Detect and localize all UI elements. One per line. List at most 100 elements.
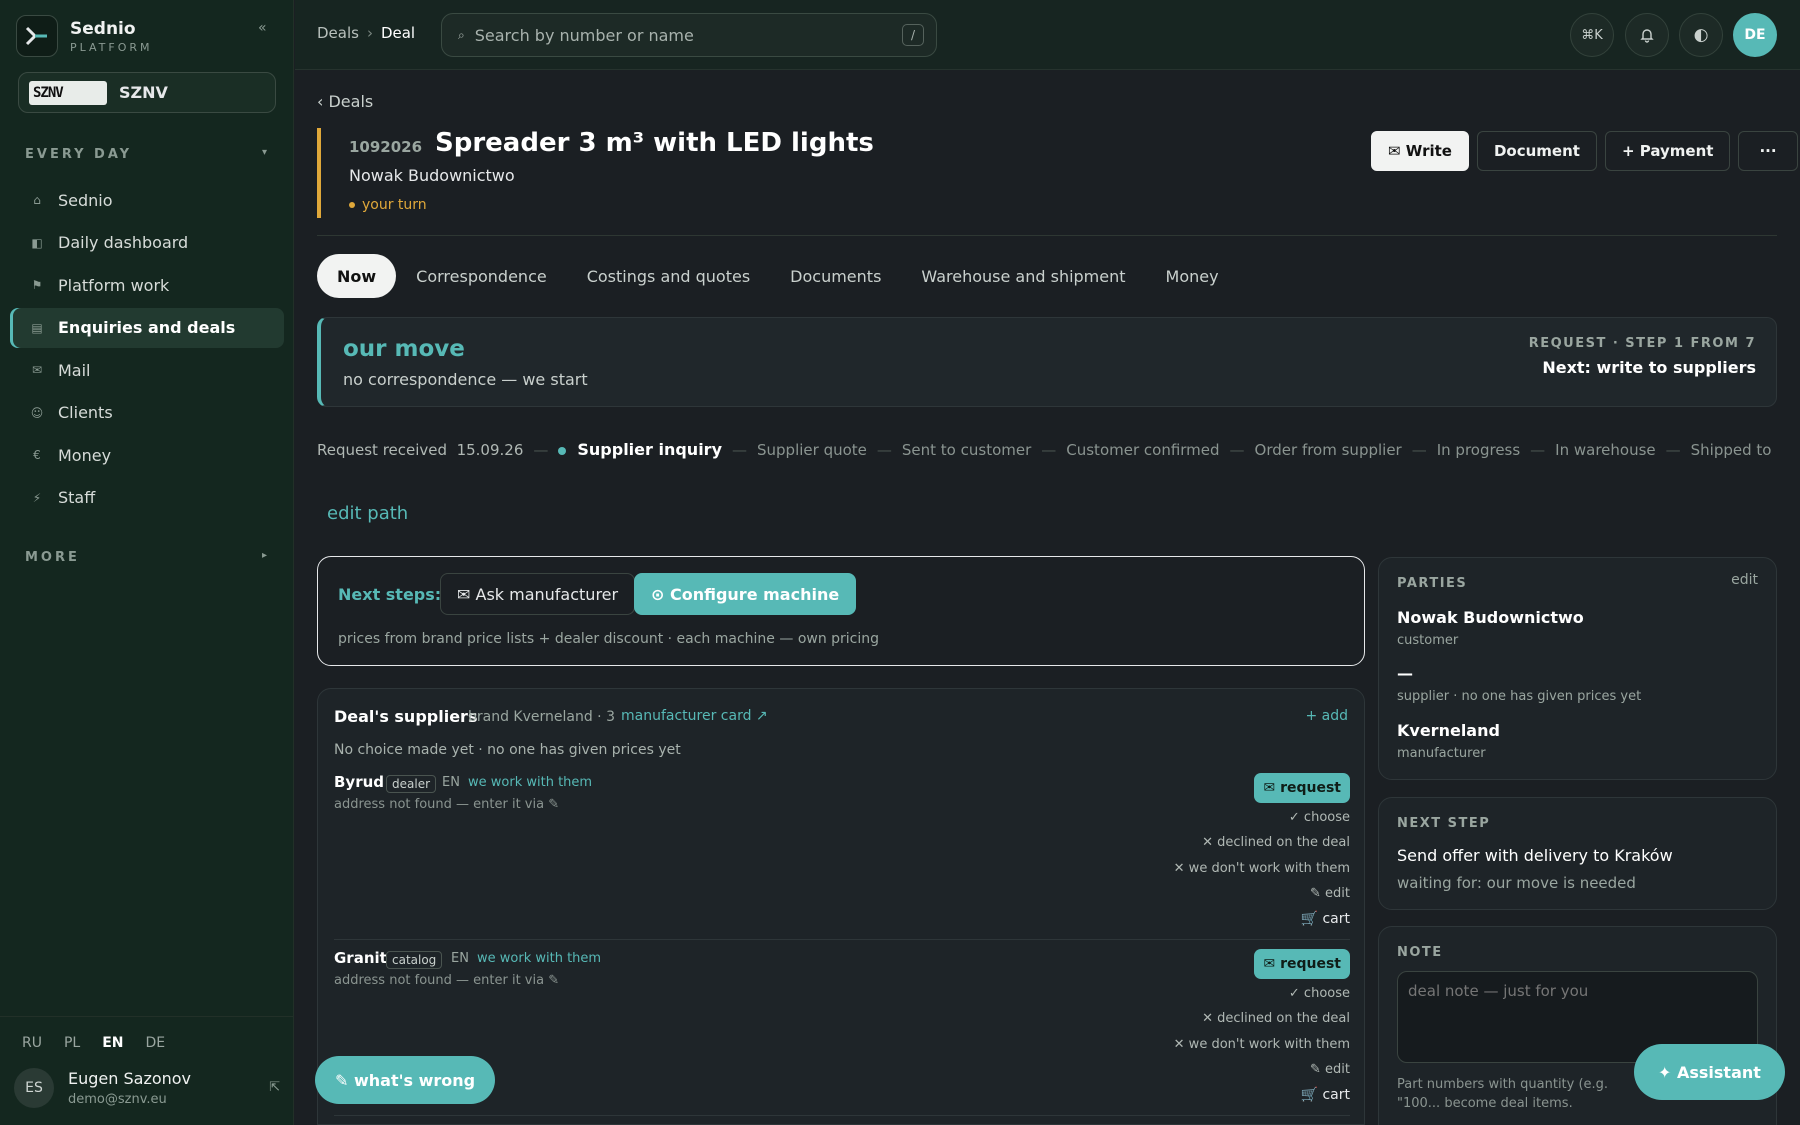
sidebar-item-staff[interactable]: ⚡ Staff xyxy=(10,478,284,518)
breadcrumb-deal: Deal xyxy=(380,24,416,42)
sidebar-item-label: Clients xyxy=(58,403,113,422)
external-link-icon[interactable]: ⇱ xyxy=(269,1080,280,1095)
tab-warehouse-and-shipment[interactable]: Warehouse and shipment xyxy=(901,254,1145,298)
document-button[interactable]: Document xyxy=(1476,131,1597,171)
supplier-type-badge: dealer xyxy=(386,775,437,793)
section-every-day[interactable]: EVERY DAY ▾ xyxy=(25,147,270,162)
sidebar-nav: ⌂ Sednio ◧ Daily dashboard ⚑ Platform work … xyxy=(10,180,284,520)
supplier-name[interactable]: Byrud xyxy=(334,773,384,791)
divider xyxy=(334,1115,1350,1116)
supplier-row: Byrud dealer EN we work with them addres… xyxy=(334,773,1350,943)
bell-icon[interactable] xyxy=(1625,13,1669,57)
party-supplier[interactable]: — supplier · no one has given prices yet xyxy=(1397,664,1641,704)
note-hint: Part numbers with quantity (e.g. "100...… xyxy=(1397,1077,1609,1111)
org-switcher[interactable]: SZNV SZNV xyxy=(18,72,276,113)
deal-customer[interactable]: Nowak Budownictwo xyxy=(349,166,515,185)
sidebar-item-mail[interactable]: ✉ Mail xyxy=(10,350,284,390)
org-logo: SZNV xyxy=(29,80,107,105)
tab-costings-and-quotes[interactable]: Costings and quotes xyxy=(567,254,770,298)
request-button[interactable]: ✉ request xyxy=(1254,949,1350,979)
theme-toggle-icon[interactable]: ◐ xyxy=(1679,13,1723,57)
pipeline-step-done: Request received 15.09.26 xyxy=(317,441,524,459)
sidebar-item-money[interactable]: € Money xyxy=(10,435,284,475)
configure-machine-button[interactable]: ⊙ Configure machine xyxy=(634,573,857,615)
whats-wrong-button[interactable]: ✎ what's wrong xyxy=(315,1056,496,1104)
next-step-title: NEXT STEP xyxy=(1397,816,1491,831)
command-palette-button[interactable]: ⌘K xyxy=(1570,13,1614,57)
lang-de[interactable]: DE xyxy=(146,1035,166,1051)
sidebar-item-enquiries-and-deals[interactable]: ▤ Enquiries and deals xyxy=(10,307,284,348)
party-name: Nowak Budownictwo xyxy=(1397,608,1584,627)
sidebar-item-label: Mail xyxy=(58,360,91,380)
more-icon[interactable]: ··· xyxy=(1738,131,1798,171)
supplier-language: EN xyxy=(442,775,460,790)
tab-documents[interactable]: Documents xyxy=(770,254,901,298)
chevron-right-icon: ▸ xyxy=(261,550,270,561)
deal-number: 1092026 xyxy=(349,138,423,156)
edit-option[interactable]: ✎ edit xyxy=(1310,1062,1350,1077)
lang-en[interactable]: EN xyxy=(102,1035,123,1051)
sidebar-divider xyxy=(0,1016,294,1017)
user-name: Eugen Sazonov xyxy=(68,1069,192,1088)
add-supplier-button[interactable]: + add xyxy=(1305,708,1348,724)
assistant-button[interactable]: ✦ Assistant xyxy=(1634,1044,1785,1100)
edit-parties-link[interactable]: edit xyxy=(1731,572,1758,588)
back-to-deals-link[interactable]: ‹ Deals xyxy=(317,92,373,111)
cart-option[interactable]: 🛒 cart xyxy=(1301,911,1350,927)
breadcrumb-separator: › xyxy=(366,24,373,42)
search-input[interactable]: ⌕ Search by number or name / xyxy=(441,13,937,57)
edit-option[interactable]: ✎ edit xyxy=(1310,886,1350,901)
sidebar-item-sednio[interactable]: ⌂ Sednio xyxy=(10,180,284,220)
search-placeholder: Search by number or name xyxy=(474,25,694,45)
tab-money[interactable]: Money xyxy=(1146,254,1239,298)
dont-work-option[interactable]: ✕ we don't work with them xyxy=(1174,861,1350,876)
brand[interactable]: Sednio PLATFORM xyxy=(16,15,153,57)
manufacturer-card-link[interactable]: manufacturer card ↗ xyxy=(621,708,768,724)
sidebar-item-platform-work[interactable]: ⚑ Platform work xyxy=(10,265,284,305)
user-profile[interactable]: ES Eugen Sazonov demo@sznv.eu ⇱ xyxy=(14,1068,280,1108)
ask-manufacturer-button[interactable]: ✉ Ask manufacturer xyxy=(440,573,636,615)
add-payment-button[interactable]: + Payment xyxy=(1604,131,1731,171)
suppliers-title: Deal's suppliers xyxy=(334,707,478,726)
lang-pl[interactable]: PL xyxy=(64,1035,80,1051)
choose-option[interactable]: ✓ choose xyxy=(1289,810,1350,825)
tab-correspondence[interactable]: Correspondence xyxy=(396,254,567,298)
next-step-text: Send offer with delivery to Kraków xyxy=(1397,846,1673,865)
cart-option[interactable]: 🛒 cart xyxy=(1301,1087,1350,1103)
choose-option[interactable]: ✓ choose xyxy=(1289,986,1350,1001)
declined-option[interactable]: ✕ declined on the deal xyxy=(1202,1011,1350,1026)
sidebar-item-clients[interactable]: ☺ Clients xyxy=(10,393,284,433)
avatar[interactable]: DE xyxy=(1733,13,1777,57)
sidebar-item-label: Daily dashboard xyxy=(58,233,189,252)
sidebar-item-daily-dashboard[interactable]: ◧ Daily dashboard xyxy=(10,223,284,263)
search-shortcut: / xyxy=(902,24,924,46)
section-label: EVERY DAY xyxy=(25,147,133,162)
flag-icon: ⚑ xyxy=(31,278,43,292)
breadcrumb-deals[interactable]: Deals xyxy=(317,24,359,42)
next-step-card: NEXT STEP Send offer with delivery to Kr… xyxy=(1378,797,1777,910)
brand-name: Sednio xyxy=(70,18,136,39)
party-role: customer xyxy=(1397,633,1459,648)
declined-option[interactable]: ✕ declined on the deal xyxy=(1202,835,1350,850)
edit-path-link[interactable]: edit path xyxy=(327,503,408,524)
lang-ru[interactable]: RU xyxy=(22,1035,42,1051)
mail-icon: ✉ xyxy=(31,363,43,377)
section-more[interactable]: MORE ▸ xyxy=(25,550,270,565)
write-button[interactable]: ✉ Write xyxy=(1371,131,1469,171)
suppliers-status: No choice made yet · no one has given pr… xyxy=(334,742,681,758)
section-label: MORE xyxy=(25,550,80,565)
lightning-icon: ⚡ xyxy=(32,490,42,505)
list-icon: ▤ xyxy=(31,320,43,335)
party-customer[interactable]: Nowak Budownictwo customer xyxy=(1397,608,1584,648)
suppliers-meta: brand Kverneland · 3 xyxy=(468,709,615,725)
supplier-address: address not found — enter it via ✎ xyxy=(334,797,560,812)
collapse-sidebar-icon[interactable]: « xyxy=(258,20,267,36)
tab-now[interactable]: Now xyxy=(317,254,397,298)
dont-work-option[interactable]: ✕ we don't work with them xyxy=(1174,1037,1350,1052)
request-button[interactable]: ✉ request xyxy=(1254,773,1350,803)
supplier-name[interactable]: Granit xyxy=(334,949,387,967)
sidebar-item-label: Money xyxy=(58,445,112,465)
parties-title: PARTIES xyxy=(1397,576,1468,591)
pipeline-step-current: Supplier inquiry xyxy=(558,440,722,459)
party-manufacturer[interactable]: Kverneland manufacturer xyxy=(1397,721,1500,761)
